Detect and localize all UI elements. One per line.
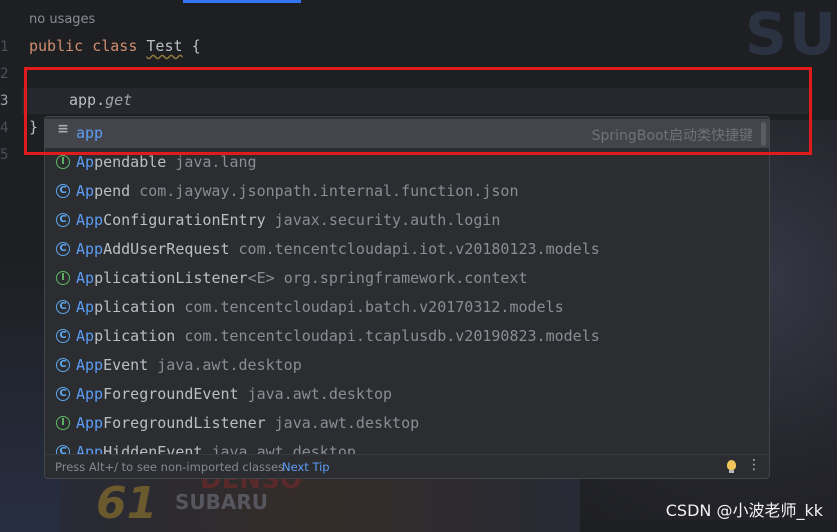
interface-icon: I — [56, 271, 70, 285]
match-prefix: App — [76, 385, 104, 403]
interface-icon: I — [56, 416, 70, 430]
completion-item[interactable]: C AppAddUserRequest com.tencentcloudapi.io… — [45, 235, 769, 264]
wallpaper-number: 61 — [96, 478, 158, 529]
completion-item[interactable]: C AppConfigurationEntry javax.security.aut… — [45, 206, 769, 235]
code-line-class-declaration: public class Test { — [29, 37, 201, 55]
class-name-rest: AddUserRequest — [103, 240, 230, 258]
package-name: com.tencentcloudapi.tcaplusdb.v20190823.… — [184, 327, 600, 345]
wallpaper-brand-text: SUBARU — [175, 490, 269, 514]
line-number-current: 3 — [0, 93, 9, 109]
line-number: 5 — [0, 147, 9, 163]
package-name: java.awt.desktop — [247, 385, 393, 403]
completion-item-label: Append com.jayway.jsonpath.internal.funct… — [76, 182, 518, 200]
keyword-public: public — [29, 37, 84, 55]
package-name: javax.security.auth.login — [274, 211, 501, 229]
package-name: java.lang — [175, 153, 257, 171]
match-prefix: Ap — [76, 327, 95, 345]
more-vertical-icon[interactable]: ⋮ — [747, 457, 761, 473]
active-tab-indicator — [183, 0, 301, 3]
package-name: com.tencentcloudapi.iot.v20180123.models — [238, 240, 600, 258]
class-icon: C — [56, 387, 70, 401]
package-name: java.awt.desktop — [157, 356, 302, 374]
completion-item[interactable]: C AppHiddenEvent java.awt.desktop — [45, 438, 769, 454]
lightbulb-icon[interactable] — [727, 460, 736, 473]
completion-item-label: AppConfigurationEntry javax.security.auth… — [76, 211, 500, 229]
package-name: java.awt.desktop — [211, 443, 356, 454]
completion-item-label: AppEvent java.awt.desktop — [76, 356, 302, 374]
match-prefix: App — [76, 443, 104, 454]
completion-item[interactable]: C Application com.tencentcloudapi.batch.v2… — [45, 293, 769, 322]
class-name-rest: HiddenEvent — [103, 443, 203, 454]
class-icon: C — [56, 358, 70, 372]
wallpaper-logo-text: SU — [745, 0, 837, 68]
class-icon: C — [56, 242, 70, 256]
class-name-rest: pend — [94, 182, 131, 200]
package-name: java.awt.desktop — [274, 414, 420, 432]
match-prefix: Ap — [76, 153, 95, 171]
class-name-rest: ForegroundEvent — [103, 385, 239, 403]
completion-item[interactable]: I ApplicationListener<E> org.springframewo… — [45, 264, 769, 293]
completion-item[interactable]: C Append com.jayway.jsonpath.internal.func… — [45, 177, 769, 206]
class-icon: C — [56, 300, 70, 314]
completion-item-label: AppHiddenEvent java.awt.desktop — [76, 443, 356, 454]
match-prefix: Ap — [76, 182, 95, 200]
red-annotation-box — [24, 67, 812, 155]
completion-item-label: Application com.tencentcloudapi.batch.v20… — [76, 298, 564, 316]
completion-footer: Press Alt+/ to see non-imported classes … — [45, 454, 769, 478]
class-icon: C — [56, 213, 70, 227]
completion-item[interactable]: C Application com.tencentcloudapi.tcaplusd… — [45, 322, 769, 351]
match-prefix: App — [76, 356, 104, 374]
match-prefix: Ap — [76, 269, 95, 287]
class-icon: C — [56, 184, 70, 198]
class-name-rest: Event — [103, 356, 149, 374]
completion-item-label: AppAddUserRequest com.tencentcloudapi.iot… — [76, 240, 600, 258]
type-parameter: <E> — [247, 269, 275, 287]
completion-item-label: ApplicationListener<E> org.springframewor… — [76, 269, 528, 287]
match-prefix: Ap — [76, 298, 95, 316]
line-number-gutter: 1 2 3 4 5 — [0, 0, 22, 532]
watermark: CSDN @小波老师_kk — [665, 501, 823, 520]
package-name: com.jayway.jsonpath.internal.function.js… — [139, 182, 519, 200]
code-completion-popup[interactable]: ≡ app SpringBoot启动类快捷键 I Appendable java.l… — [44, 116, 770, 479]
completion-item-label: Application com.tencentcloudapi.tcaplusdb… — [76, 327, 600, 345]
interface-icon: I — [56, 155, 70, 169]
match-prefix: App — [76, 414, 104, 432]
class-name-rest: ConfigurationEntry — [103, 211, 266, 229]
completion-item[interactable]: I AppForegroundListener java.awt.desktop — [45, 409, 769, 438]
class-name-rest: ForegroundListener — [103, 414, 266, 432]
class-name: Test — [146, 37, 183, 55]
completion-item[interactable]: C AppEvent java.awt.desktop — [45, 351, 769, 380]
completion-item-label: AppForegroundListener java.awt.desktop — [76, 414, 419, 432]
next-tip-link[interactable]: Next Tip — [282, 460, 330, 474]
class-name-rest: plicationListener — [94, 269, 248, 287]
class-name-rest: pendable — [94, 153, 167, 171]
package-name: org.springframework.context — [283, 269, 528, 287]
class-name-rest: plication — [94, 327, 176, 345]
completion-item-label: AppForegroundEvent java.awt.desktop — [76, 385, 392, 403]
package-name: com.tencentcloudapi.batch.v20170312.mode… — [184, 298, 564, 316]
class-icon: C — [56, 329, 70, 343]
open-brace: { — [191, 37, 201, 55]
keyword-class: class — [92, 37, 138, 55]
match-prefix: App — [76, 240, 104, 258]
line-number: 2 — [0, 66, 9, 82]
usages-inlay-hint[interactable]: no usages — [29, 12, 95, 27]
line-number: 4 — [0, 120, 9, 136]
class-icon: C — [56, 445, 70, 454]
completion-item[interactable]: C AppForegroundEvent java.awt.desktop — [45, 380, 769, 409]
match-prefix: App — [76, 211, 104, 229]
footer-hint: Press Alt+/ to see non-imported classes — [55, 460, 285, 474]
class-name-rest: plication — [94, 298, 176, 316]
completion-list[interactable]: ≡ app SpringBoot启动类快捷键 I Appendable java.l… — [45, 117, 769, 454]
completion-item-label: Appendable java.lang — [76, 153, 257, 171]
line-number: 1 — [0, 39, 9, 55]
